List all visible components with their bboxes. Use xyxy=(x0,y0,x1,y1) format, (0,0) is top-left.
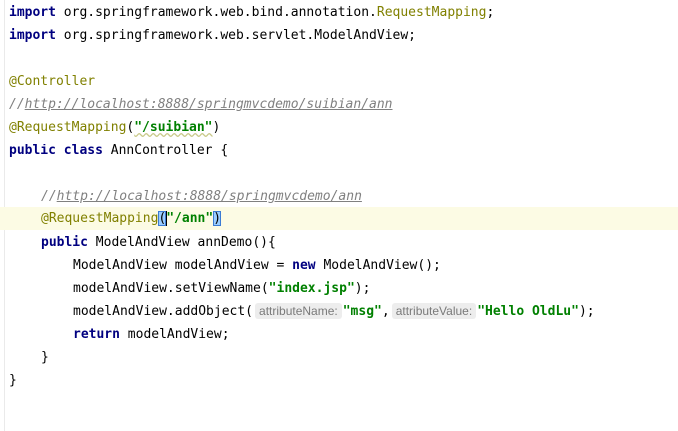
annotation: @RequestMapping xyxy=(41,211,159,226)
code-line-class-mapping[interactable]: @RequestMapping("/suibian") xyxy=(0,116,220,139)
keyword: import xyxy=(9,5,56,20)
code-line-method-declaration[interactable]: public ModelAndView annDemo(){ xyxy=(0,231,276,254)
parameter-hint: attributeValue: xyxy=(391,303,477,319)
comment-prefix: // xyxy=(9,97,25,112)
keyword: public xyxy=(9,143,56,158)
code-line-add-object[interactable]: modelAndView.addObject(attributeName: "ms… xyxy=(0,300,595,323)
code-line-controller-annotation[interactable]: @Controller xyxy=(0,70,95,93)
string-literal: "/suibian" xyxy=(134,120,213,135)
import-path: org.springframework.web.servlet.ModelAnd… xyxy=(63,28,416,43)
code-line-set-view-name[interactable]: modelAndView.setViewName("index.jsp"); xyxy=(0,277,370,300)
code-editor[interactable]: import org.springframework.web.bind.anno… xyxy=(0,0,678,431)
statement-text: ); xyxy=(578,304,595,319)
string-literal: "/ann" xyxy=(166,211,214,226)
code-line-method-mapping[interactable]: @RequestMapping("/ann") xyxy=(0,207,678,230)
parameter-hint: attributeName: xyxy=(255,303,342,319)
annotation: @Controller xyxy=(9,74,96,89)
code-line-return[interactable]: return modelAndView; xyxy=(0,323,230,346)
class-name: AnnController { xyxy=(102,143,229,158)
statement-text: modelAndView; xyxy=(119,327,230,342)
keyword: public xyxy=(41,235,88,250)
comment-link[interactable]: http://localhost:8888/springmvcdemo/ann xyxy=(57,189,362,204)
string-literal: "index.jsp" xyxy=(268,281,355,296)
paren-close: ) xyxy=(212,120,221,135)
code-line-import-modelandview[interactable]: import org.springframework.web.servlet.M… xyxy=(0,24,416,47)
keyword: new xyxy=(292,258,316,273)
keyword: class xyxy=(63,143,103,158)
string-literal: "msg" xyxy=(342,304,382,319)
code-line-comment-url[interactable]: //http://localhost:8888/springmvcdemo/su… xyxy=(0,93,393,116)
code-line-new-modelandview[interactable]: ModelAndView modelAndView = new ModelAnd… xyxy=(0,254,441,277)
semicolon: ; xyxy=(486,5,495,20)
statement-text: ); xyxy=(354,281,371,296)
statement-text: modelAndView.setViewName( xyxy=(73,281,269,296)
keyword: return xyxy=(73,327,120,342)
closing-brace: } xyxy=(9,373,17,388)
code-line-method-close[interactable]: } xyxy=(0,346,49,369)
import-path: org.springframework.web.bind.annotation. xyxy=(63,5,377,20)
paren-close: ) xyxy=(213,211,222,226)
statement-text: ModelAndView modelAndView = xyxy=(73,258,293,273)
statement-text: modelAndView.addObject( xyxy=(73,304,254,319)
code-line-comment-url[interactable]: //http://localhost:8888/springmvcdemo/an… xyxy=(0,185,362,208)
keyword: import xyxy=(9,28,56,43)
code-line-class-declaration[interactable]: public class AnnController { xyxy=(0,143,229,162)
comma: , xyxy=(381,304,390,319)
import-class: RequestMapping xyxy=(376,5,487,20)
statement-text: ModelAndView(); xyxy=(315,258,441,273)
closing-brace: } xyxy=(41,350,49,365)
code-line-class-close[interactable]: } xyxy=(0,369,17,392)
string-literal: "Hello OldLu" xyxy=(477,304,579,319)
method-signature: ModelAndView annDemo(){ xyxy=(87,235,276,250)
comment-prefix: // xyxy=(41,189,57,204)
annotation: @RequestMapping xyxy=(9,120,127,135)
comment-link[interactable]: http://localhost:8888/springmvcdemo/suib… xyxy=(25,97,393,112)
code-line-import-requestmapping[interactable]: import org.springframework.web.bind.anno… xyxy=(0,1,494,24)
